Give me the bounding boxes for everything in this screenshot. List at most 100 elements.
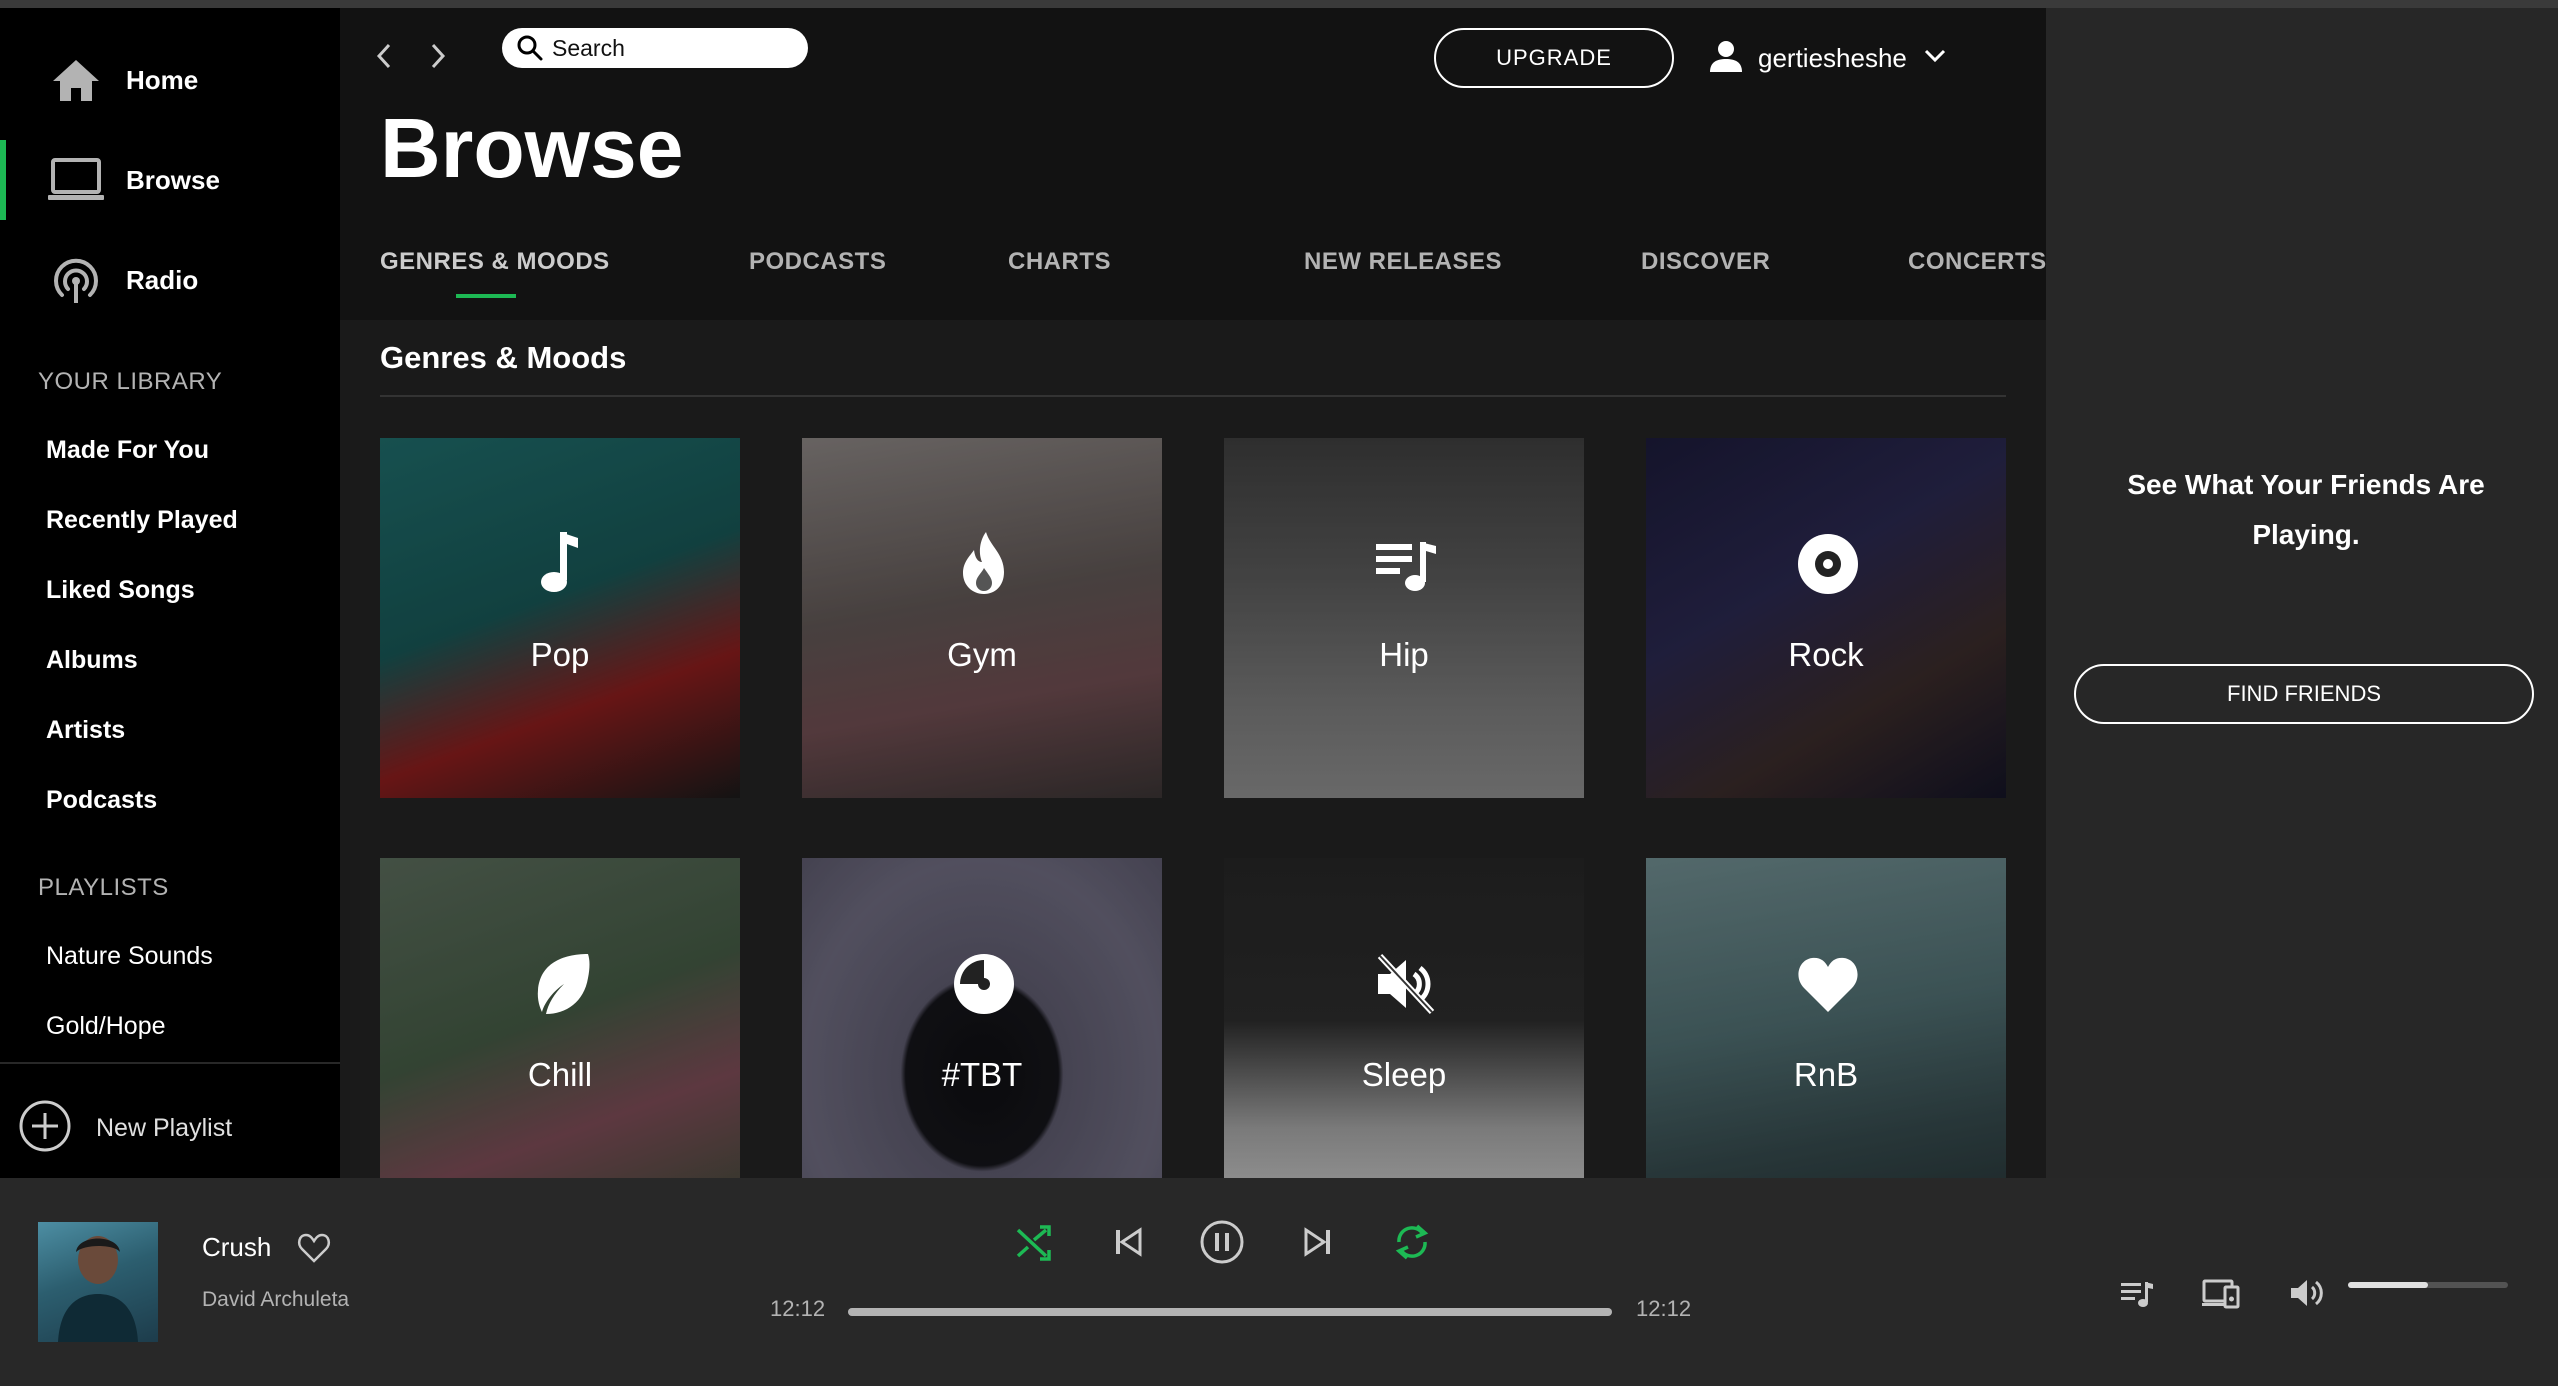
queue-icon: [2119, 1278, 2155, 1313]
library-item-recently-played[interactable]: Recently Played: [46, 506, 238, 535]
user-avatar-icon: [1708, 38, 1744, 79]
pause-circle-icon: [1199, 1219, 1245, 1270]
shuffle-button[interactable]: [1004, 1214, 1064, 1274]
queue-button[interactable]: [2112, 1270, 2162, 1320]
devices-icon: [2201, 1277, 2241, 1314]
find-friends-button[interactable]: FIND FRIENDS: [2074, 664, 2534, 724]
genre-tile-chill[interactable]: Chill: [380, 858, 740, 1178]
album-cover[interactable]: [38, 1222, 158, 1342]
library-heading: YOUR LIBRARY: [38, 368, 223, 395]
window-top-bar: [0, 0, 2558, 8]
pie-icon: [952, 948, 1016, 1018]
repeat-icon: [1392, 1222, 1432, 1267]
devices-button[interactable]: [2196, 1270, 2246, 1320]
total-time: 12:12: [1636, 1296, 1692, 1321]
library-item-artists[interactable]: Artists: [46, 716, 125, 745]
sidebar-nav-radio[interactable]: Radio: [0, 240, 340, 320]
flame-icon: [952, 528, 1016, 598]
heart-outline-icon: [296, 1233, 332, 1270]
section-divider: [380, 395, 2006, 397]
active-tab-indicator: [456, 294, 516, 298]
volume-fill: [2348, 1282, 2428, 1288]
forward-button[interactable]: [418, 30, 458, 86]
genre-tile-label: #TBT: [941, 1056, 1023, 1093]
sidebar: Home Browse Radio YOUR LIBRARY Made For …: [0, 8, 340, 1178]
track-title[interactable]: Crush: [202, 1232, 271, 1263]
library-item-made-for-you[interactable]: Made For You: [46, 436, 209, 465]
sidebar-nav-label: Radio: [126, 264, 199, 295]
track-artist[interactable]: David Archuleta: [202, 1288, 349, 1312]
tab-genres-moods[interactable]: GENRES & MOODS: [380, 248, 610, 276]
page-title: Browse: [380, 101, 684, 195]
genre-tile-hip[interactable]: Hip: [1224, 438, 1584, 798]
tab-podcasts[interactable]: PODCASTS: [749, 248, 886, 276]
heart-icon: [1796, 948, 1860, 1018]
tab-discover[interactable]: DISCOVER: [1641, 248, 1770, 276]
genre-tile-rock[interactable]: Rock: [1646, 438, 2006, 798]
sidebar-nav-label: Home: [126, 64, 199, 95]
home-icon: [46, 50, 106, 110]
library-item-podcasts[interactable]: Podcasts: [46, 786, 157, 815]
genre-tile-label: Gym: [947, 636, 1017, 673]
search-box[interactable]: [502, 28, 808, 68]
friend-activity-panel: See What Your Friends Are Playing. FIND …: [2046, 8, 2558, 1178]
search-input[interactable]: [552, 34, 792, 62]
chevron-down-icon: [1923, 48, 1947, 69]
new-playlist-button[interactable]: New Playlist: [18, 1098, 232, 1158]
playlists-heading: PLAYLISTS: [38, 874, 169, 901]
skip-forward-icon: [1302, 1226, 1334, 1263]
volume-icon: [2289, 1277, 2325, 1314]
main-content: UPGRADE gertiesheshe Browse GENRES & MOO…: [340, 8, 2046, 1178]
add-circle-icon: [18, 1099, 72, 1158]
pause-button[interactable]: [1192, 1214, 1252, 1274]
like-button[interactable]: [296, 1230, 332, 1266]
chevron-right-icon: [428, 42, 448, 75]
library-item-liked-songs[interactable]: Liked Songs: [46, 576, 195, 605]
tab-charts[interactable]: CHARTS: [1008, 248, 1111, 276]
vinyl-record-icon: [1796, 528, 1860, 598]
tab-new-releases[interactable]: NEW RELEASES: [1304, 248, 1502, 276]
progress-fill: [848, 1308, 1612, 1316]
skip-back-icon: [1112, 1226, 1144, 1263]
friends-message: See What Your Friends Are Playing.: [2127, 469, 2485, 550]
genre-tile-label: Hip: [1379, 636, 1429, 673]
genre-tile-pop[interactable]: Pop: [380, 438, 740, 798]
genre-tile-rnb[interactable]: RnB: [1646, 858, 2006, 1178]
library-item-albums[interactable]: Albums: [46, 646, 138, 675]
back-button[interactable]: [364, 30, 404, 86]
shuffle-icon: [1014, 1222, 1054, 1267]
main-header: UPGRADE gertiesheshe Browse GENRES & MOO…: [340, 8, 2046, 320]
previous-button[interactable]: [1098, 1214, 1158, 1274]
progress-bar[interactable]: [848, 1308, 1612, 1316]
username: gertiesheshe: [1758, 42, 1907, 73]
next-button[interactable]: [1288, 1214, 1348, 1274]
new-playlist-label: New Playlist: [96, 1113, 233, 1142]
sidebar-nav-browse[interactable]: Browse: [0, 140, 340, 220]
elapsed-time: 12:12: [770, 1296, 826, 1321]
volume-slider[interactable]: [2348, 1282, 2508, 1288]
repeat-button[interactable]: [1382, 1214, 1442, 1274]
sidebar-divider: [0, 1062, 340, 1064]
playlist-item[interactable]: Gold/Hope: [46, 1012, 166, 1041]
upgrade-button[interactable]: UPGRADE: [1434, 28, 1674, 88]
playlist-icon: [1374, 528, 1438, 598]
playlist-item[interactable]: Nature Sounds: [46, 942, 213, 971]
browse-icon: [46, 150, 106, 210]
sidebar-nav-home[interactable]: Home: [0, 40, 340, 120]
volume-button[interactable]: [2282, 1270, 2332, 1320]
mute-icon: [1374, 948, 1438, 1018]
genre-tile-label: Sleep: [1361, 1056, 1447, 1093]
genre-tile-gym[interactable]: Gym: [802, 438, 1162, 798]
user-menu[interactable]: gertiesheshe: [1708, 30, 1947, 86]
genre-tile-label: Pop: [530, 636, 590, 673]
search-icon: [516, 34, 544, 62]
tab-concerts[interactable]: CONCERTS: [1908, 248, 2046, 276]
chevron-left-icon: [374, 42, 394, 75]
genre-tile-label: RnB: [1793, 1056, 1859, 1093]
sidebar-nav-label: Browse: [126, 164, 220, 195]
genre-tile-sleep[interactable]: Sleep: [1224, 858, 1584, 1178]
section-title: Genres & Moods: [380, 340, 627, 375]
genre-tile-tbt[interactable]: #TBT: [802, 858, 1162, 1178]
radio-icon: [46, 250, 106, 310]
genre-tile-label: Chill: [527, 1056, 593, 1093]
